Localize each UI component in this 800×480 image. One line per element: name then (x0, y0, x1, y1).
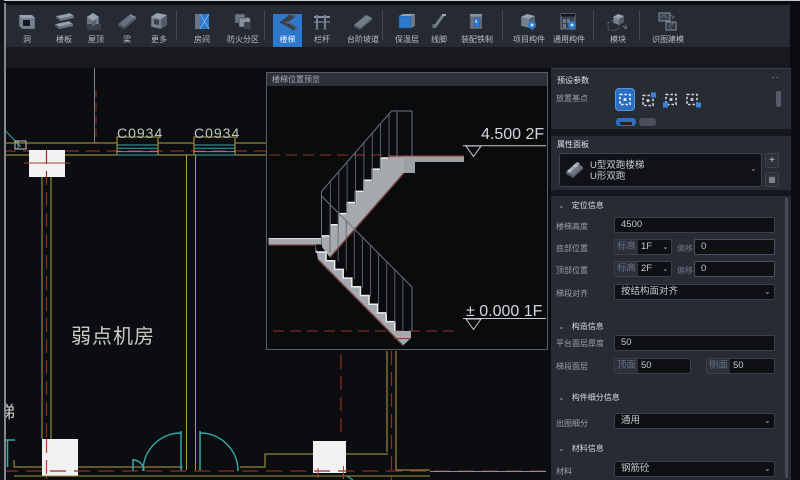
svg-text:± 0.000 1F: ± 0.000 1F (466, 303, 543, 320)
svg-text:4.500 2F: 4.500 2F (481, 126, 544, 143)
svg-text:C0934: C0934 (194, 125, 240, 141)
svg-text:C0934: C0934 (117, 125, 163, 141)
svg-text:弱点机房: 弱点机房 (71, 325, 155, 348)
